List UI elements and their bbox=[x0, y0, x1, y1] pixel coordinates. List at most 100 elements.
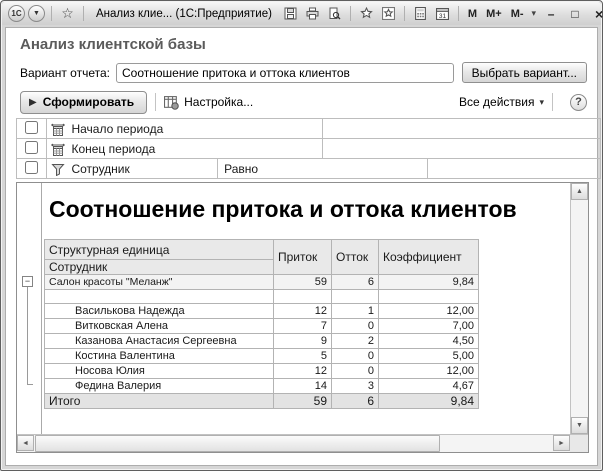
scroll-right-icon[interactable]: ► bbox=[553, 435, 570, 451]
report-header-row: Структурная единица Приток Отток Коэффиц… bbox=[44, 239, 479, 275]
show-favorites-icon[interactable] bbox=[379, 4, 398, 23]
outflow-cell: 1 bbox=[331, 303, 379, 319]
group-field-label: Сотрудник bbox=[44, 259, 274, 275]
ratio-cell: 5,00 bbox=[378, 348, 479, 364]
1c-logo-icon[interactable]: 1С bbox=[8, 5, 25, 22]
memory-m-plus-button[interactable]: M+ bbox=[483, 8, 505, 20]
ratio-cell: 9,84 bbox=[378, 274, 479, 290]
horizontal-scroll-track[interactable] bbox=[440, 435, 553, 452]
print-preview-icon[interactable] bbox=[325, 4, 344, 23]
scroll-down-icon[interactable]: ▼ bbox=[571, 417, 588, 434]
client-area: Анализ клиентской базы Вариант отчета: В… bbox=[5, 27, 602, 466]
chevron-down-icon[interactable]: ▾ bbox=[530, 8, 539, 19]
generate-button[interactable]: ▶ Сформировать bbox=[20, 90, 148, 114]
filter-funnel-icon bbox=[51, 163, 66, 176]
all-actions-label: Все действия bbox=[459, 95, 535, 109]
vertical-scrollbar[interactable]: ▲ ▼ bbox=[570, 183, 588, 434]
employee-checkbox[interactable] bbox=[25, 160, 39, 174]
period-calendar-icon bbox=[51, 123, 66, 136]
table-row: Василькова Надежда 12 1 12,00 bbox=[44, 303, 479, 319]
employee-value-cell[interactable] bbox=[427, 158, 601, 179]
table-row: Федина Валерия 14 3 4,67 bbox=[44, 378, 479, 394]
period-start-label-cell[interactable]: Начало периода bbox=[46, 118, 323, 139]
help-button[interactable]: ? bbox=[570, 93, 587, 111]
collapse-group-button[interactable]: − bbox=[22, 276, 33, 287]
employee-name-cell: Костина Валентина bbox=[44, 348, 274, 364]
scroll-left-icon[interactable]: ◄ bbox=[17, 435, 34, 451]
outflow-cell: 0 bbox=[331, 348, 379, 364]
choose-variant-button[interactable]: Выбрать вариант... bbox=[461, 62, 587, 83]
all-actions-button[interactable]: Все действия ▾ bbox=[459, 95, 544, 109]
calculator-icon[interactable] bbox=[411, 4, 430, 23]
generate-label: Сформировать bbox=[42, 95, 135, 109]
horizontal-scroll-thumb[interactable] bbox=[35, 435, 440, 452]
outflow-cell: 3 bbox=[331, 378, 379, 394]
add-favorite-star-icon[interactable] bbox=[357, 4, 376, 23]
horizontal-scrollbar[interactable]: ◄ ► bbox=[17, 434, 570, 452]
table-row: Витковская Алена 7 0 7,00 bbox=[44, 318, 479, 334]
outflow-cell: 6 bbox=[331, 393, 379, 409]
filter-settings-table: Начало периода Конец периода Сотрудник Р… bbox=[15, 118, 602, 179]
inflow-cell: 59 bbox=[273, 393, 332, 409]
memory-m-minus-button[interactable]: M- bbox=[508, 8, 527, 20]
filter-row-employee: Сотрудник Равно bbox=[15, 158, 601, 179]
maximize-button[interactable]: □ bbox=[565, 5, 585, 22]
employee-name-cell: Василькова Надежда bbox=[44, 303, 274, 319]
variant-input[interactable] bbox=[116, 62, 454, 83]
spacer-row bbox=[44, 289, 479, 304]
table-row: Костина Валентина 5 0 5,00 bbox=[44, 348, 479, 364]
group-name-cell: Салон красоты "Меланж" bbox=[44, 274, 274, 290]
table-row: Казанова Анастасия Сергеевна 9 2 4,50 bbox=[44, 333, 479, 349]
outflow-cell: 0 bbox=[331, 318, 379, 334]
scroll-up-icon[interactable]: ▲ bbox=[571, 183, 588, 200]
scrollbar-corner bbox=[570, 434, 588, 452]
memory-m-button[interactable]: M bbox=[465, 8, 480, 20]
period-end-label-cell[interactable]: Конец периода bbox=[46, 138, 323, 159]
main-menu-dropdown-icon[interactable]: ▼ bbox=[28, 5, 45, 22]
filter-label: Начало периода bbox=[71, 121, 164, 136]
total-label-cell: Итого bbox=[44, 393, 274, 409]
employee-name-cell: Казанова Анастасия Сергеевна bbox=[44, 333, 274, 349]
settings-button[interactable]: Настройка... bbox=[164, 95, 253, 110]
print-icon[interactable] bbox=[303, 4, 322, 23]
period-start-value-cell[interactable] bbox=[321, 118, 602, 139]
column-header: Приток bbox=[273, 239, 332, 275]
minimize-button[interactable]: – bbox=[541, 5, 561, 22]
employee-condition-cell[interactable]: Равно bbox=[217, 158, 429, 179]
period-end-checkbox[interactable] bbox=[25, 140, 39, 154]
titlebar: 1С ▼ ☆ Анализ клие... (1С:Предприятие) 3… bbox=[2, 2, 603, 25]
settings-label: Настройка... bbox=[184, 95, 254, 109]
inflow-cell: 14 bbox=[273, 378, 332, 394]
column-header: Структурная единица bbox=[44, 239, 274, 260]
period-start-checkbox-cell bbox=[15, 118, 48, 139]
filter-row-period-end: Конец периода bbox=[15, 138, 602, 159]
ratio-cell: 12,00 bbox=[378, 303, 479, 319]
separator bbox=[403, 6, 405, 21]
settings-icon bbox=[164, 95, 179, 110]
ratio-cell: 4,50 bbox=[378, 333, 479, 349]
save-icon[interactable] bbox=[281, 4, 300, 23]
report-table: Структурная единица Приток Отток Коэффиц… bbox=[44, 239, 479, 409]
window-title: Анализ клие... (1С:Предприятие) bbox=[96, 7, 272, 20]
inflow-cell: 12 bbox=[273, 303, 332, 319]
employee-label-cell[interactable]: Сотрудник bbox=[46, 158, 219, 179]
ratio-cell: 9,84 bbox=[378, 393, 479, 409]
window-controls: – □ × bbox=[541, 5, 603, 22]
period-end-value-cell[interactable] bbox=[321, 138, 602, 159]
report-variant-row: Вариант отчета: Выбрать вариант... bbox=[20, 62, 587, 83]
column-header: Коэффициент bbox=[378, 239, 479, 275]
inflow-cell: 5 bbox=[273, 348, 332, 364]
calendar-icon[interactable]: 31 bbox=[433, 4, 452, 23]
total-row: Итого 59 6 9,84 bbox=[44, 393, 479, 409]
group-tree-line bbox=[27, 287, 33, 385]
favorites-star-icon[interactable]: ☆ bbox=[58, 4, 77, 23]
close-button[interactable]: × bbox=[589, 5, 603, 22]
inflow-cell: 12 bbox=[273, 363, 332, 379]
employee-name-cell: Федина Валерия bbox=[44, 378, 274, 394]
ratio-cell: 12,00 bbox=[378, 363, 479, 379]
employee-checkbox-cell bbox=[15, 158, 48, 179]
filter-row-period-start: Начало периода bbox=[15, 118, 602, 139]
period-start-checkbox[interactable] bbox=[25, 120, 39, 134]
inflow-cell: 59 bbox=[273, 274, 332, 290]
report-title: Соотношение притока и оттока клиентов bbox=[49, 196, 517, 222]
